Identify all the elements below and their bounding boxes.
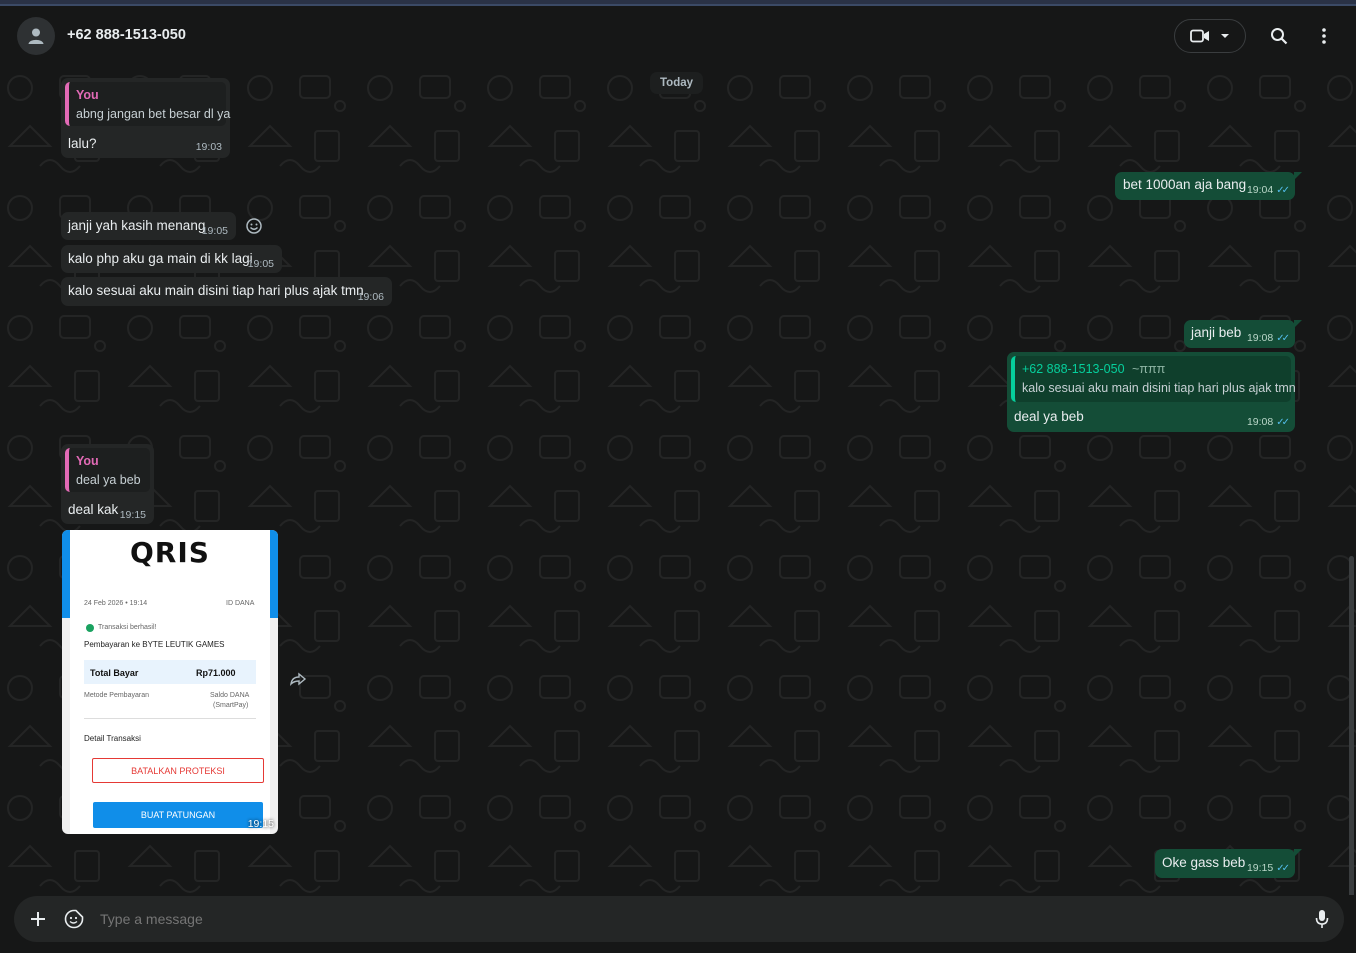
read-ticks-icon: ✓✓: [1276, 416, 1290, 428]
react-button[interactable]: [245, 217, 263, 240]
receipt-status: Transaksi berhasil!: [98, 624, 157, 631]
message-bubble-outgoing[interactable]: janji beb 19:08 ✓✓: [1184, 320, 1295, 348]
sticker-icon: [64, 909, 84, 929]
total-label: Total Bayar: [90, 668, 139, 678]
bubble-tail: [1294, 172, 1302, 180]
quoted-message[interactable]: You abng jangan bet besar dl ya: [65, 82, 231, 126]
message-text: janji beb: [1191, 325, 1242, 340]
message-time: 19:05: [201, 225, 228, 237]
bubble-tail: [1294, 849, 1302, 857]
message-bubble-incoming[interactable]: You deal ya beb deal kak 19:15: [61, 444, 154, 524]
message-composer: [14, 896, 1344, 942]
message-bubble-outgoing[interactable]: +62 888-1513-050 ~πππ kalo sesuai aku ma…: [1007, 352, 1296, 432]
quote-text: abng jangan bet besar dl ya: [76, 107, 231, 121]
message-text: Oke gass beb: [1162, 855, 1246, 870]
message-time: 19:04: [1246, 184, 1274, 196]
cancel-protection-button: BATALKAN PROTEKSI: [92, 758, 264, 783]
voice-message-button[interactable]: [1310, 907, 1334, 931]
message-text: kalo php aku ga main di kk lagi: [68, 251, 253, 266]
success-check-icon: [86, 624, 94, 632]
video-camera-icon: [1190, 29, 1209, 43]
message-time: 19:08: [1246, 416, 1274, 428]
contact-name[interactable]: +62 888-1513-050: [67, 27, 186, 43]
message-bubble-incoming[interactable]: You abng jangan bet besar dl ya lalu? 19…: [61, 78, 230, 158]
receipt-id-label: ID DANA: [226, 600, 255, 607]
message-time: 19:06: [357, 291, 384, 303]
day-separator: Today: [650, 72, 704, 94]
message-time: 19:15: [119, 509, 146, 521]
smiley-icon: [246, 218, 262, 234]
message-text: kalo sesuai aku main disini tiap hari pl…: [68, 283, 364, 298]
method-value-sub: (SmartPay): [213, 702, 249, 709]
forward-icon: [290, 672, 307, 686]
message-bubble-incoming[interactable]: kalo sesuai aku main disini tiap hari pl…: [61, 277, 392, 306]
method-label: Metode Pembayaran: [84, 692, 149, 699]
receipt-card: QRIS 24 Feb 2026 • 19:14 ID DANA Transak…: [70, 530, 270, 834]
quote-author: You: [76, 454, 99, 468]
message-text: lalu?: [68, 136, 97, 151]
bubble-tail: [1294, 320, 1302, 328]
message-text: deal kak: [68, 502, 119, 517]
message-text: bet 1000an aja bang: [1123, 177, 1247, 192]
search-icon: [1271, 28, 1288, 45]
method-value: Saldo DANA: [210, 692, 250, 699]
message-time: 19:08: [1246, 332, 1274, 344]
contact-avatar[interactable]: [17, 17, 55, 55]
message-bubble-outgoing[interactable]: Oke gass beb 19:15 ✓✓: [1155, 849, 1295, 878]
message-input[interactable]: [98, 910, 1202, 928]
plus-icon: [31, 912, 45, 926]
message-time: 19:03: [195, 141, 222, 153]
message-time: 19:05: [247, 258, 274, 270]
message-bubble-incoming[interactable]: janji yah kasih menang 19:05: [61, 212, 236, 240]
message-text: deal ya beb: [1014, 409, 1084, 424]
detail-label: Detail Transaksi: [84, 734, 141, 743]
message-bubble-incoming[interactable]: kalo php aku ga main di kk lagi 19:05: [61, 245, 282, 273]
message-text: janji yah kasih menang: [68, 218, 206, 233]
attach-button[interactable]: [26, 907, 50, 931]
chat-header: +62 888-1513-050: [0, 6, 1356, 66]
menu-button[interactable]: [1312, 24, 1336, 48]
more-vertical-icon: [1322, 28, 1326, 44]
message-time: 19:15: [247, 818, 274, 830]
receipt-date: 24 Feb 2026 • 19:14: [84, 600, 148, 607]
forward-button[interactable]: [289, 672, 307, 691]
quoted-message[interactable]: +62 888-1513-050 ~πππ kalo sesuai aku ma…: [1011, 356, 1296, 402]
receipt-merchant: Pembayaran ke BYTE LEUTIK GAMES: [84, 640, 225, 649]
message-bubble-outgoing[interactable]: bet 1000an aja bang 19:04 ✓✓: [1115, 172, 1295, 200]
total-value: Rp71.000: [196, 668, 236, 678]
quote-author: +62 888-1513-050 ~πππ: [1022, 362, 1166, 376]
split-bill-button: BUAT PATUNGAN: [93, 802, 263, 828]
scrollbar[interactable]: [1349, 556, 1354, 895]
message-list[interactable]: Today You abng jangan bet besar dl ya la…: [0, 66, 1356, 895]
quote-text: kalo sesuai aku main disini tiap hari pl…: [1022, 381, 1296, 395]
quote-text: deal ya beb: [76, 473, 141, 487]
quoted-message[interactable]: You deal ya beb: [65, 448, 150, 492]
qris-logo: QRIS: [130, 536, 210, 569]
quote-author: You: [76, 88, 99, 102]
read-ticks-icon: ✓✓: [1276, 184, 1290, 196]
read-ticks-icon: ✓✓: [1276, 332, 1290, 344]
sticker-button[interactable]: [62, 907, 86, 931]
image-message-receipt[interactable]: QRIS 24 Feb 2026 • 19:14 ID DANA Transak…: [62, 530, 278, 834]
chevron-down-icon: [1221, 34, 1229, 38]
message-time: 19:15: [1246, 862, 1274, 874]
person-icon: [28, 28, 44, 44]
microphone-icon: [1315, 910, 1329, 928]
video-call-button[interactable]: [1174, 19, 1246, 53]
divider: [84, 718, 256, 719]
search-button[interactable]: [1267, 24, 1291, 48]
read-ticks-icon: ✓✓: [1276, 862, 1290, 874]
